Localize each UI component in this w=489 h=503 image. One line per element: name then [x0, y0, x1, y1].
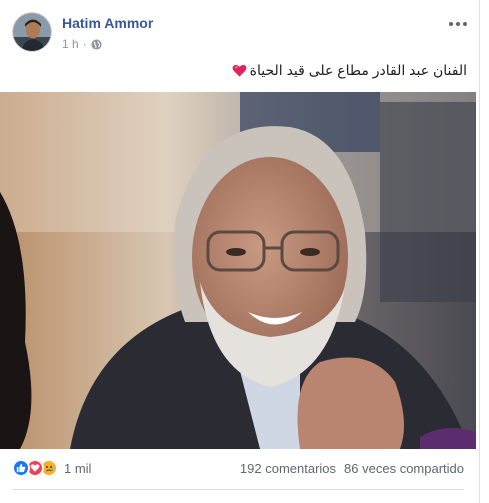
like-icon: [12, 459, 30, 477]
author-name[interactable]: Hatim Ammor: [62, 15, 153, 31]
meta-separator: ·: [82, 37, 87, 51]
more-options-icon[interactable]: [448, 16, 468, 32]
red-heart-emoji-icon: [232, 63, 247, 78]
post-message: الفنان عبد القادر مطاع على قيد الحياة: [232, 62, 467, 79]
author-avatar[interactable]: [12, 12, 52, 52]
reactions-summary[interactable]: 1 mil: [12, 459, 91, 477]
post-timestamp[interactable]: 1 h: [62, 37, 79, 51]
post-stats: 192 comentarios 86 veces compartido: [240, 461, 464, 476]
share-count[interactable]: 86 veces compartido: [344, 461, 464, 476]
reaction-count[interactable]: 1 mil: [64, 461, 91, 476]
post-meta: 1 h ·: [62, 37, 102, 51]
globe-icon: [91, 38, 102, 50]
post-header: Hatim Ammor 1 h ·: [12, 12, 472, 56]
facebook-post: Hatim Ammor 1 h · الفنان عبد القادر مطاع…: [0, 0, 480, 503]
footer-divider: [12, 489, 464, 490]
post-message-text: الفنان عبد القادر مطاع على قيد الحياة: [249, 62, 467, 78]
comment-count[interactable]: 192 comentarios: [240, 461, 336, 476]
post-photo[interactable]: [0, 92, 476, 449]
post-footer: 1 mil 192 comentarios 86 veces compartid…: [0, 452, 476, 486]
